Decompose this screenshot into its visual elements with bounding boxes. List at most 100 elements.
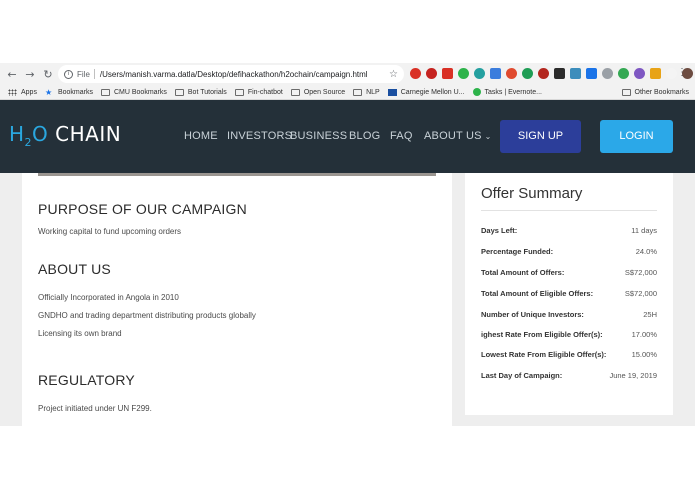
star-icon: ★ <box>44 87 53 97</box>
offer-row-last-day: Last Day of Campaign: June 19, 2019 <box>481 371 657 380</box>
top-blank-area <box>0 0 695 63</box>
extension-icon[interactable] <box>506 68 517 79</box>
extension-icon[interactable] <box>666 68 677 79</box>
bookmark-apps[interactable]: Apps <box>8 88 37 96</box>
offer-value: 17.00% <box>631 330 657 339</box>
offer-label: Last Day of Campaign: <box>481 371 563 380</box>
extension-icon[interactable] <box>570 68 581 79</box>
offer-summary-title: Offer Summary <box>481 185 583 202</box>
about-line: Officially Incorporated in Angola in 201… <box>38 293 179 302</box>
offer-row-unique-investors: Number of Unique Investors: 25H <box>481 310 657 319</box>
offer-value: S$72,000 <box>624 268 657 277</box>
offer-value: 15.00% <box>631 350 657 359</box>
nav-about-us[interactable]: ABOUT US ⌄ <box>424 130 492 142</box>
campaign-image-edge <box>38 173 436 176</box>
offer-value: June 19, 2019 <box>609 371 657 380</box>
campaign-details-card: PURPOSE OF OUR CAMPAIGN Working capital … <box>22 173 452 426</box>
extension-icons <box>410 68 693 79</box>
extension-icon[interactable] <box>442 68 453 79</box>
site-logo[interactable]: H2O CHAIN <box>9 122 121 149</box>
offer-value: 11 days <box>631 226 657 235</box>
bookmark-fin-chatbot[interactable]: Fin-chatbot <box>234 88 283 96</box>
offer-label: Total Amount of Offers: <box>481 268 565 277</box>
bookmark-nlp[interactable]: NLP <box>353 88 380 96</box>
extension-icon[interactable] <box>490 68 501 79</box>
extension-icon[interactable] <box>410 68 421 79</box>
extension-icon[interactable] <box>458 68 469 79</box>
scheme-label: File <box>77 69 90 79</box>
site-header: H2O CHAIN HOME INVESTORS BUSINESS BLOG F… <box>0 100 695 173</box>
chevron-down-icon: ⌄ <box>484 132 492 141</box>
offer-label: Lowest Rate From Eligible Offer(s): <box>481 350 607 359</box>
nav-home[interactable]: HOME <box>184 130 218 142</box>
nav-faq[interactable]: FAQ <box>390 130 413 142</box>
purpose-text: Working capital to fund upcoming orders <box>38 227 182 236</box>
offer-row-total-offers: Total Amount of Offers: S$72,000 <box>481 268 657 277</box>
info-icon[interactable]: i <box>64 69 73 79</box>
extension-icon[interactable] <box>538 68 549 79</box>
address-bar[interactable]: i File /Users/manish.varma.datla/Desktop… <box>58 65 404 83</box>
other-bookmarks[interactable]: Other Bookmarks <box>621 88 689 96</box>
bookmark-bot-tutorials[interactable]: Bot Tutorials <box>174 88 227 96</box>
extension-icon[interactable] <box>474 68 485 79</box>
address-separator <box>93 69 95 79</box>
offer-row-days-left: Days Left: 11 days <box>481 226 657 235</box>
extension-icon[interactable] <box>586 68 597 79</box>
folder-icon <box>174 88 184 96</box>
bookmark-bookmarks[interactable]: ★ Bookmarks <box>44 87 93 97</box>
extension-icon[interactable] <box>426 68 437 79</box>
reload-icon[interactable]: ↻ <box>39 68 57 81</box>
extension-icon[interactable] <box>554 68 565 79</box>
bookmark-cmu-bookmarks[interactable]: CMU Bookmarks <box>100 88 167 96</box>
purpose-title: PURPOSE OF OUR CAMPAIGN <box>38 201 247 217</box>
offer-label: ighest Rate From Eligible Offer(s): <box>481 330 603 339</box>
offer-label: Percentage Funded: <box>481 247 554 256</box>
browser-toolbar: ← → ↻ i File /Users/manish.varma.datla/D… <box>0 63 695 85</box>
bottom-blank-area <box>0 426 695 494</box>
login-button[interactable]: LOGIN <box>600 120 673 153</box>
nav-investors[interactable]: INVESTORS <box>227 130 292 142</box>
bookmark-evernote-tasks[interactable]: Tasks | Evernote... <box>472 88 542 96</box>
apps-grid-icon <box>8 88 17 96</box>
forward-arrow-icon[interactable]: → <box>21 68 39 81</box>
extension-icon[interactable] <box>618 68 629 79</box>
folder-icon <box>353 88 363 96</box>
signup-button[interactable]: SIGN UP <box>500 120 581 153</box>
offer-divider <box>481 210 657 211</box>
evernote-icon <box>472 88 481 96</box>
nav-about-us-label: ABOUT US <box>424 130 482 142</box>
nav-business[interactable]: BUSINESS <box>290 130 347 142</box>
about-line: Licensing its own brand <box>38 329 122 338</box>
folder-icon <box>621 88 631 96</box>
extension-icon[interactable] <box>650 68 661 79</box>
bookmark-carnegie-mellon[interactable]: Carnegie Mellon U... <box>387 88 465 96</box>
browser-menu-icon[interactable]: ⋮ <box>677 67 687 78</box>
about-line: GNDHO and trading department distributin… <box>38 311 256 320</box>
bookmark-star-icon[interactable]: ☆ <box>389 69 398 80</box>
offer-summary-card: Offer Summary Days Left: 11 days Percenta… <box>465 173 673 415</box>
back-arrow-icon[interactable]: ← <box>3 68 21 81</box>
extension-icon[interactable] <box>522 68 533 79</box>
extension-icon[interactable] <box>634 68 645 79</box>
offer-label: Total Amount of Eligible Offers: <box>481 289 594 298</box>
bookmarks-bar: Apps ★ Bookmarks CMU Bookmarks Bot Tutori… <box>0 85 695 100</box>
regulatory-text: Project initiated under UN F299. <box>38 404 152 413</box>
offer-row-highest-rate: ighest Rate From Eligible Offer(s): 17.00… <box>481 330 657 339</box>
url-text[interactable]: /Users/manish.varma.datla/Desktop/defiha… <box>100 70 368 79</box>
folder-icon <box>290 88 300 96</box>
offer-value: 24.0% <box>635 247 657 256</box>
offer-label: Days Left: <box>481 226 518 235</box>
regulatory-title: REGULATORY <box>38 372 135 388</box>
offer-row-percentage-funded: Percentage Funded: 24.0% <box>481 247 657 256</box>
nav-blog[interactable]: BLOG <box>349 130 380 142</box>
folder-icon <box>100 88 110 96</box>
offer-row-eligible-offers: Total Amount of Eligible Offers: S$72,000 <box>481 289 657 298</box>
offer-value: S$72,000 <box>624 289 657 298</box>
bookmark-open-source[interactable]: Open Source <box>290 88 345 96</box>
about-title: ABOUT US <box>38 261 111 277</box>
offer-row-lowest-rate: Lowest Rate From Eligible Offer(s): 15.00… <box>481 350 657 359</box>
offer-label: Number of Unique Investors: <box>481 310 584 319</box>
offer-value: 25H <box>643 310 657 319</box>
cmu-icon <box>387 88 397 96</box>
extension-icon[interactable] <box>602 68 613 79</box>
